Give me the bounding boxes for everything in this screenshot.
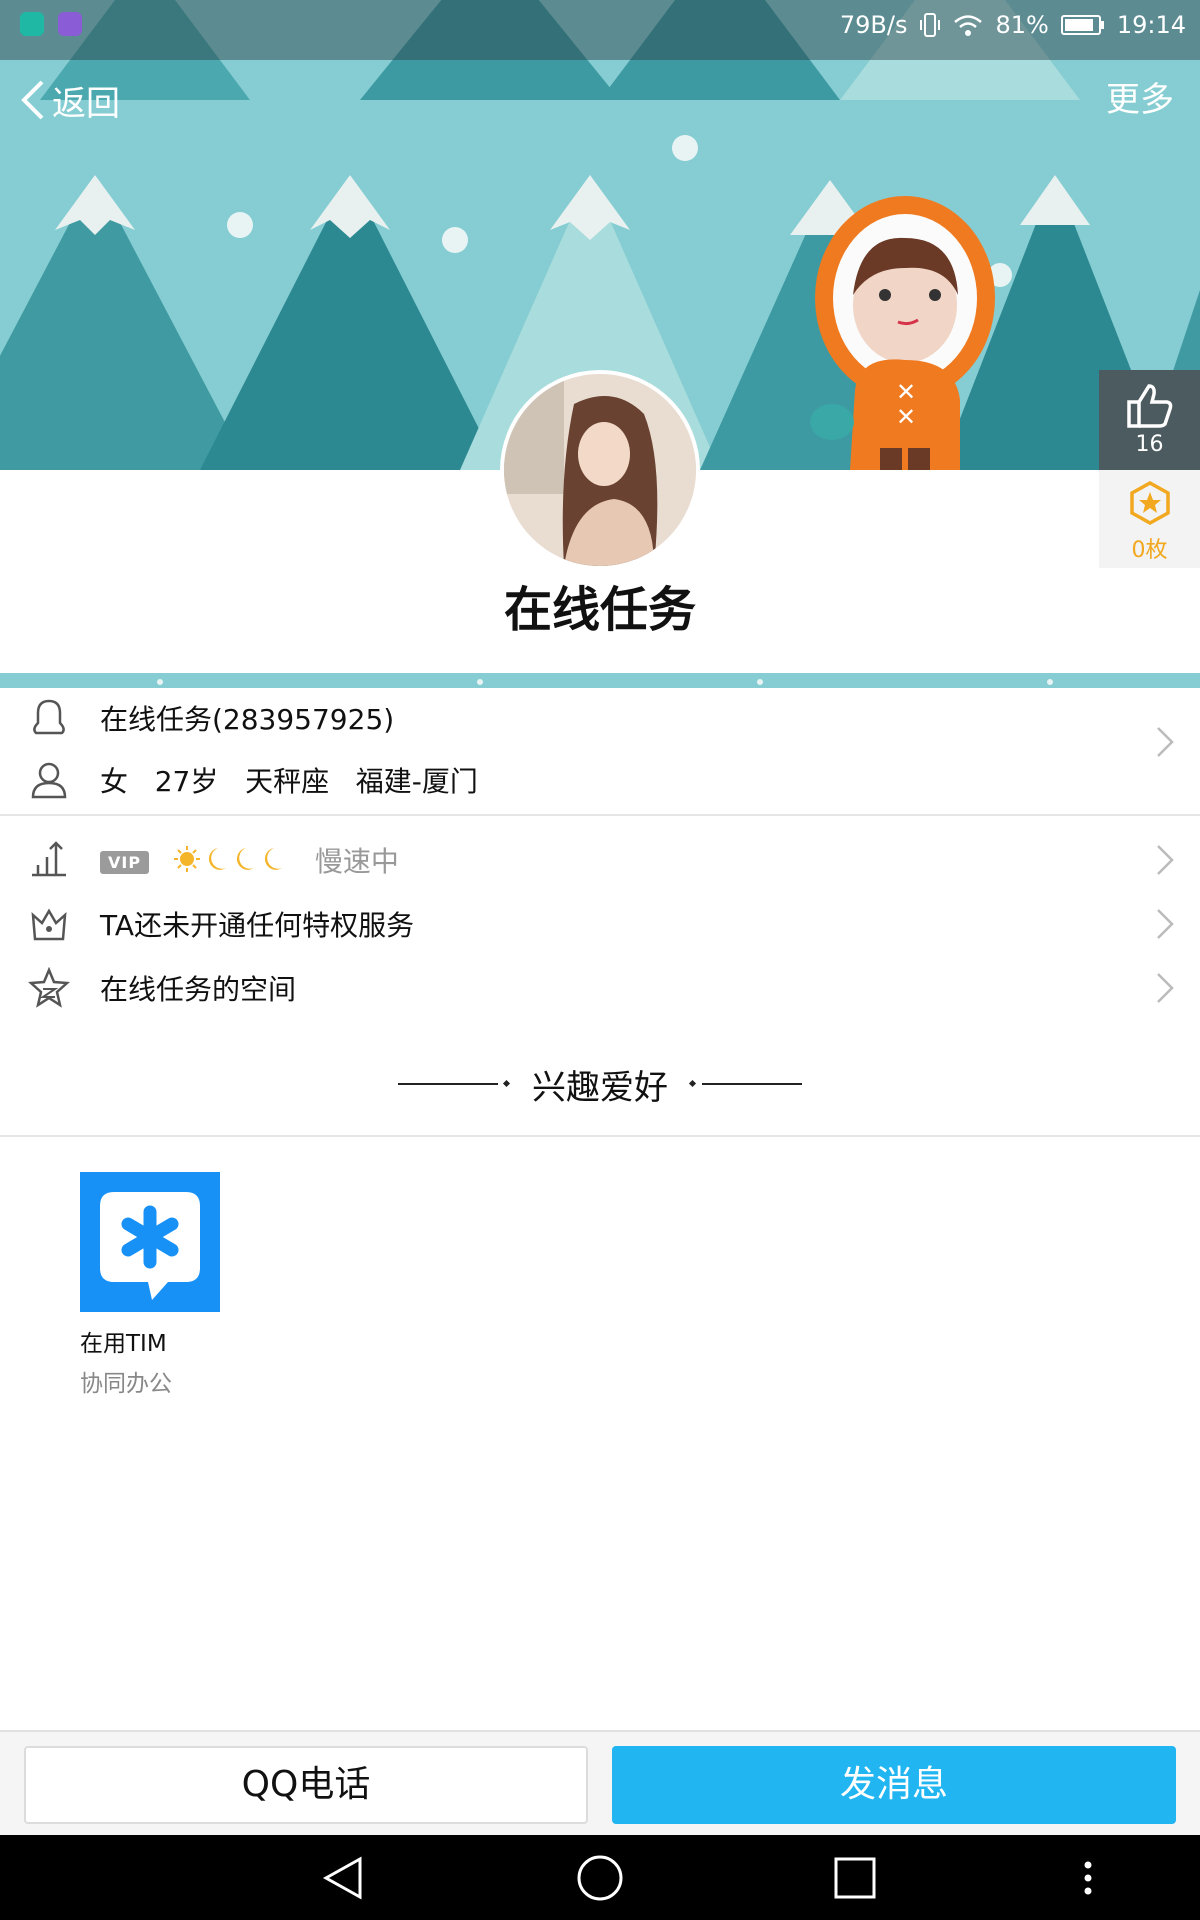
crown-icon — [31, 908, 67, 941]
personal-details-row: 女 27岁 天秤座 福建-厦门 — [0, 750, 1200, 810]
nav-menu-icon[interactable] — [1076, 1853, 1100, 1903]
status-bar: 79B/s 81% 19:14 — [0, 0, 1200, 52]
decorative-line — [702, 1083, 802, 1085]
title-bar: 返回 更多 — [0, 70, 1200, 130]
age: 27岁 — [154, 765, 219, 798]
clock: 19:14 — [1116, 11, 1186, 39]
chevron-right-icon — [1157, 973, 1174, 1003]
basic-info-section[interactable]: 在线任务(283957925) 女 27岁 天秤座 福建-厦门 — [0, 680, 1200, 814]
more-button[interactable]: 更多 — [1106, 74, 1174, 126]
qzone-row[interactable]: 在线任务的空间 — [0, 958, 1200, 1018]
like-button[interactable]: 16 — [1099, 370, 1200, 470]
gender: 女 — [100, 765, 129, 798]
level-row[interactable]: VIP 慢速中 — [0, 830, 1200, 890]
tim-app-icon — [80, 1172, 220, 1312]
moon-icon — [264, 848, 282, 871]
account-row: 在线任务(283957925) — [0, 688, 1200, 748]
nav-home-icon[interactable] — [575, 1853, 625, 1903]
like-count: 16 — [1135, 432, 1164, 457]
person-icon — [31, 762, 67, 799]
moon-icon — [208, 848, 226, 871]
wifi-icon — [954, 15, 983, 36]
medal-count: 0枚 — [1131, 538, 1168, 563]
battery-icon — [1060, 15, 1104, 35]
speed-status: 慢速中 — [314, 844, 399, 878]
privilege-row[interactable]: TA还未开通任何特权服务 — [0, 894, 1200, 954]
chevron-right-icon — [1157, 909, 1174, 939]
divider — [0, 1135, 1200, 1137]
gallery-app-icon — [58, 12, 82, 36]
battery-percent: 81% — [995, 11, 1049, 39]
back-button[interactable]: 返回 — [20, 74, 120, 126]
back-label: 返回 — [52, 83, 120, 124]
account-name-id: 在线任务(283957925) — [100, 703, 395, 736]
level-icons — [173, 845, 286, 880]
moon-icon — [236, 848, 254, 871]
thumbs-up-icon — [1127, 384, 1173, 428]
vip-tag: VIP — [100, 851, 150, 875]
nav-recents-icon[interactable] — [830, 1853, 880, 1903]
system-navigation-bar — [0, 1835, 1200, 1920]
app-description: 协同办公 — [80, 1371, 172, 1397]
divider — [0, 814, 1200, 816]
nav-back-icon[interactable] — [320, 1853, 370, 1903]
avatar[interactable] — [500, 370, 700, 570]
medal-wall-button[interactable]: 0枚 — [1099, 470, 1200, 568]
action-bar: QQ电话 发消息 — [0, 1730, 1200, 1837]
profile-name: 在线任务 — [503, 582, 696, 638]
chevron-left-icon — [21, 80, 44, 120]
level-chart-icon — [32, 841, 66, 877]
svg-text:✕: ✕ — [896, 378, 916, 406]
privilege-text: TA还未开通任何特权服务 — [100, 909, 415, 942]
interest-app-tile[interactable]: 在用TIM 协同办公 — [80, 1172, 220, 1398]
location: 福建-厦门 — [355, 765, 478, 798]
avatar-photo — [504, 374, 696, 566]
sun-icon — [173, 846, 200, 873]
interests-title: 兴趣爱好 — [532, 1068, 668, 1108]
zodiac: 天秤座 — [245, 765, 330, 798]
vibrate-icon — [920, 13, 941, 37]
chevron-right-icon — [1157, 727, 1174, 757]
network-speed: 79B/s — [839, 11, 908, 39]
send-message-button[interactable]: 发消息 — [612, 1746, 1176, 1824]
qzone-star-icon — [28, 967, 70, 1008]
moon-app-icon — [20, 12, 44, 36]
qzone-text: 在线任务的空间 — [100, 973, 297, 1006]
chevron-right-icon — [1157, 845, 1174, 875]
qq-call-button[interactable]: QQ电话 — [24, 1746, 588, 1824]
app-name: 在用TIM — [80, 1331, 167, 1357]
qq-penguin-icon — [33, 699, 65, 735]
medal-icon — [1130, 480, 1170, 526]
svg-text:✕: ✕ — [896, 403, 916, 431]
